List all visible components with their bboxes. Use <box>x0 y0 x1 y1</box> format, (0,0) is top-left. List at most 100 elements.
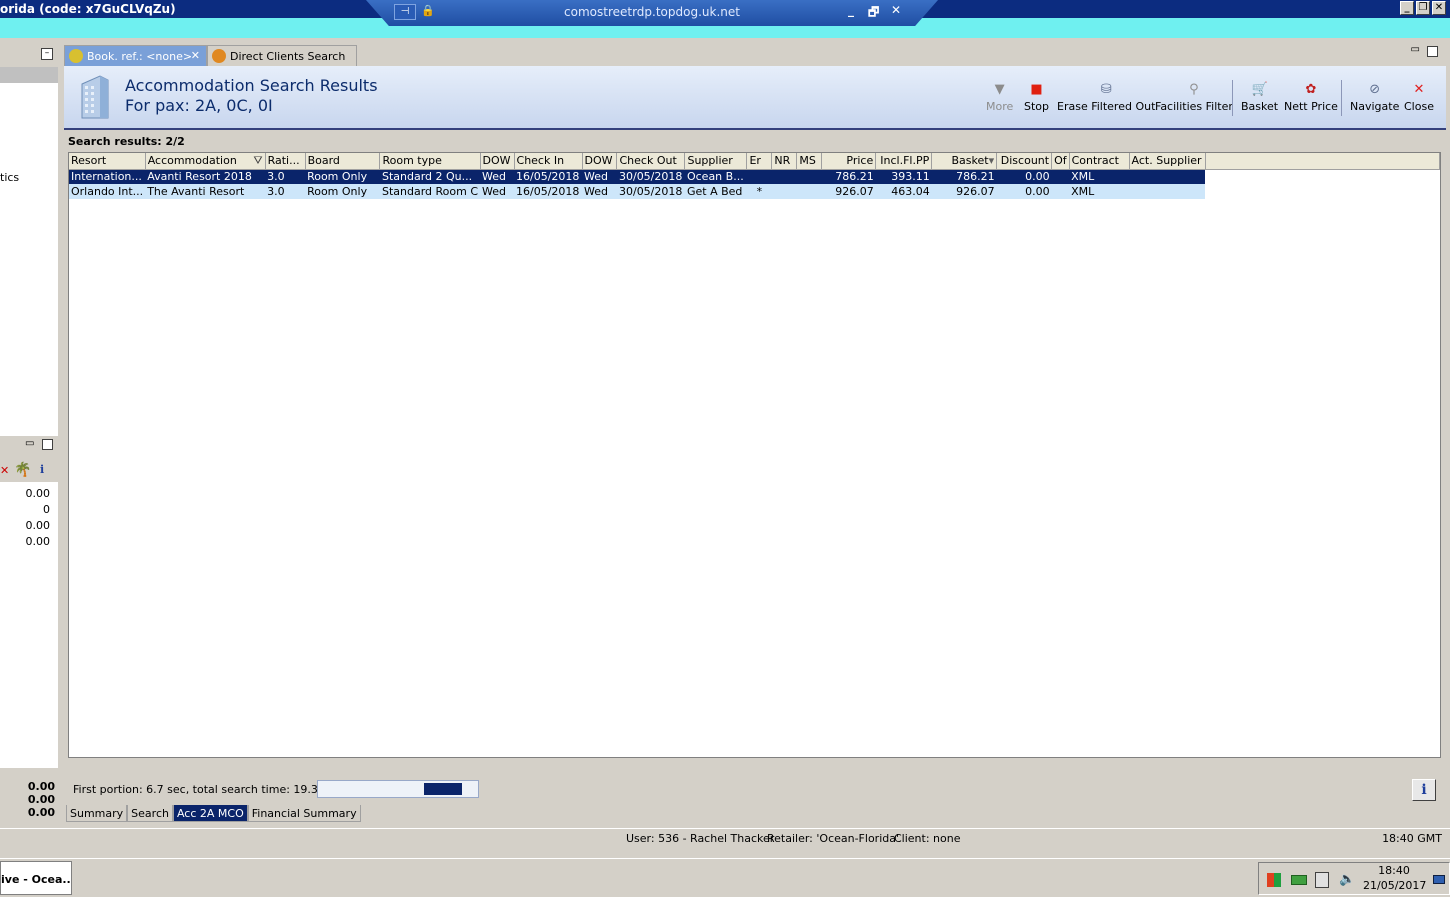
column-header[interactable]: Room type <box>379 153 481 170</box>
taskbar-app-button[interactable]: ive - Ocea... <box>0 861 72 895</box>
toolbar-separator <box>1232 80 1233 116</box>
table-cell: * <box>746 184 772 199</box>
search-results-count: Search results: 2/2 <box>68 135 185 148</box>
table-cell <box>796 184 822 199</box>
show-desktop-icon[interactable] <box>1433 875 1445 884</box>
nett-price-icon: ✿ <box>1305 82 1317 97</box>
column-header[interactable]: Contract <box>1069 153 1130 170</box>
filter-icon[interactable]: ⛛ <box>253 154 262 168</box>
maximize-icon[interactable] <box>42 439 53 450</box>
table-cell-filler <box>1205 169 1440 184</box>
column-header[interactable]: Er <box>746 153 773 170</box>
table-cell: Room Only <box>305 184 380 199</box>
basket-button[interactable]: 🛒 Basket <box>1241 82 1278 113</box>
nett-price-button[interactable]: ✿ Nett Price <box>1284 82 1338 113</box>
facilities-filter-button[interactable]: ⚲ Facilities Filter <box>1155 82 1233 113</box>
table-cell: XML <box>1069 184 1130 199</box>
table-row[interactable]: Internation... Avanti Resort 2018 3.0 Room … <box>69 169 1440 184</box>
column-header[interactable]: Discount <box>996 153 1053 170</box>
basket-label: Basket <box>1241 100 1279 113</box>
stop-icon: ■ <box>1030 82 1043 97</box>
close-button[interactable]: ✕ Close <box>1404 82 1434 113</box>
table-cell: 926.07 <box>931 184 997 199</box>
page-subtitle: For pax: 2A, 0C, 0I <box>125 96 273 115</box>
column-header[interactable]: Basket▾ <box>931 153 998 170</box>
network-icon[interactable] <box>1315 872 1329 888</box>
minimize-icon[interactable]: ▭ <box>1411 44 1420 55</box>
collapse-icon[interactable]: – <box>41 48 53 60</box>
minimize-icon[interactable]: ▭ <box>25 438 34 449</box>
info-button[interactable]: i <box>1412 779 1436 801</box>
column-header[interactable]: Check In <box>514 153 583 170</box>
tab-booking-label: Book. ref.: <none> <box>87 50 193 63</box>
table-cell: Wed <box>480 169 515 184</box>
building-icon <box>81 75 109 119</box>
palm-tree-icon[interactable]: 🌴 <box>14 462 31 478</box>
left-total: 0.00 <box>27 780 55 793</box>
table-cell <box>1129 184 1206 199</box>
column-header[interactable]: Act. Supplier <box>1129 153 1206 170</box>
column-header[interactable]: Accommodation ⛛ <box>145 153 266 170</box>
tab-search[interactable]: Search <box>127 805 173 822</box>
left-panel-values: 0.00 0 0.00 0.00 <box>0 482 58 768</box>
table-cell <box>796 169 822 184</box>
table-cell: 926.07 <box>821 184 876 199</box>
column-header-filler <box>1205 153 1440 170</box>
window-title: orida (code: x7GuCLVqZu) <box>0 2 176 16</box>
tab-financial-summary[interactable]: Financial Summary <box>247 805 361 822</box>
close-tab-icon[interactable]: ✕ <box>191 49 200 62</box>
column-header[interactable]: Of <box>1051 153 1070 170</box>
rdp-connection-bar: ⊣ 🔒 comostreetrdp.topdog.uk.net _ 🗗 ✕ <box>366 0 938 26</box>
tab-direct-clients-search[interactable]: Direct Clients Search <box>207 45 357 66</box>
app-tray-icon[interactable] <box>1267 873 1281 887</box>
table-cell: 786.21 <box>821 169 876 184</box>
toolbar-separator <box>1341 80 1342 116</box>
column-header[interactable]: DOW <box>480 153 515 170</box>
erase-filtered-out-button[interactable]: ⛁ Erase Filtered Out <box>1057 82 1155 113</box>
column-header[interactable]: Check Out <box>616 153 686 170</box>
search-progress-bar <box>317 780 479 798</box>
table-cell: 30/05/2018 <box>616 184 685 199</box>
info-icon[interactable]: i <box>40 463 44 476</box>
results-footer: First portion: 6.7 sec, total search tim… <box>64 758 1446 828</box>
tab-acc-2a-mco[interactable]: Acc 2A MCO <box>172 805 248 822</box>
stop-label: Stop <box>1024 100 1050 113</box>
tab-strip: Book. ref.: <none> ✕ Direct Clients Sear… <box>64 42 1446 66</box>
column-header[interactable]: MS <box>796 153 823 170</box>
more-button[interactable]: ▼ More <box>986 82 1013 113</box>
maximize-icon[interactable] <box>1427 46 1438 57</box>
volume-icon[interactable]: 🔈 <box>1339 872 1355 887</box>
progress-fill <box>424 783 462 795</box>
tab-booking[interactable]: Book. ref.: <none> ✕ <box>64 45 207 66</box>
column-header[interactable]: Board <box>305 153 381 170</box>
delete-icon[interactable]: ✕ <box>0 464 9 477</box>
more-label: More <box>986 100 1014 113</box>
battery-icon[interactable] <box>1291 875 1307 885</box>
navigate-button[interactable]: ⊘ Navigate <box>1350 82 1399 113</box>
basket-icon: 🛒 <box>1251 82 1268 97</box>
column-header[interactable]: Price <box>821 153 877 170</box>
table-cell: 0.00 <box>996 169 1052 184</box>
rdp-restore-button[interactable]: 🗗 <box>868 3 879 24</box>
status-retailer: Retailer: 'Ocean-Florida' <box>767 832 899 845</box>
rdp-minimize-button[interactable]: _ <box>848 3 854 17</box>
table-cell: 786.21 <box>931 169 997 184</box>
table-cell: Standard Room C <box>379 184 481 199</box>
table-row[interactable]: Orlando Int... The Avanti Resort 3.0 Room O… <box>69 184 1440 199</box>
column-header[interactable]: Supplier <box>684 153 748 170</box>
rdp-close-button[interactable]: ✕ <box>891 3 901 17</box>
column-header[interactable]: Resort <box>69 153 146 170</box>
table-cell: 3.0 <box>265 184 306 199</box>
table-cell: Wed <box>582 184 617 199</box>
close-window-button[interactable]: ✕ <box>1432 1 1446 15</box>
restore-button[interactable]: ❐ <box>1416 1 1430 15</box>
left-total: 0.00 <box>27 793 55 806</box>
stop-button[interactable]: ■ Stop <box>1024 82 1049 113</box>
minimize-button[interactable]: _ <box>1400 1 1414 15</box>
column-header[interactable]: Rati... <box>265 153 306 170</box>
palm-tree-icon <box>69 49 83 63</box>
column-header[interactable]: Incl.Fl.PP <box>875 153 933 170</box>
tab-summary[interactable]: Summary <box>66 805 128 822</box>
column-header[interactable]: DOW <box>582 153 618 170</box>
column-header[interactable]: NR <box>771 153 798 170</box>
